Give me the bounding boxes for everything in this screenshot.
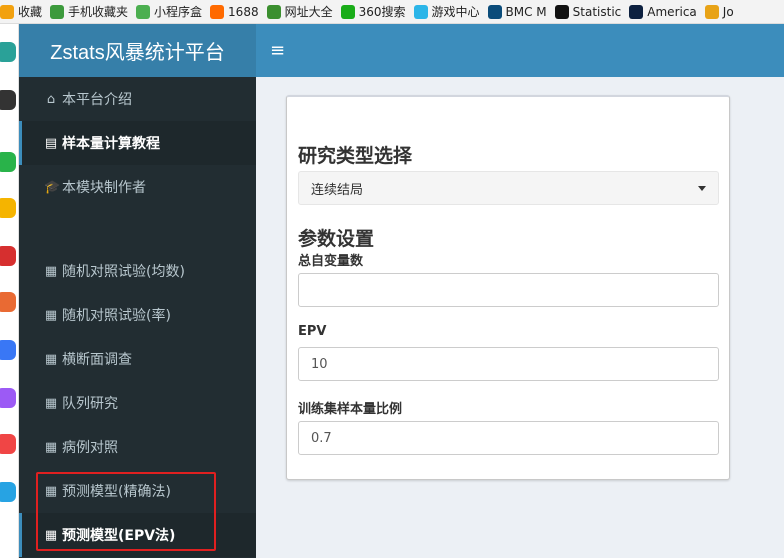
- graduation-cap-icon: 🎓: [44, 179, 61, 195]
- study-type-selected-value: 连续结局: [311, 182, 364, 198]
- gamepad-icon: [413, 4, 428, 19]
- top-navbar: ≡: [256, 24, 784, 77]
- sidebar-item-prediction-epv[interactable]: ▦ 预测模型(EPV法): [19, 513, 256, 557]
- sidebar-item-label: 样本量计算教程: [62, 136, 160, 152]
- bookmarks-bar: 收藏 手机收藏夹 小程序盒 1688 网址大全 360搜索 游戏中心 BMC M Statist…: [0, 0, 784, 24]
- sidebar-item-cohort[interactable]: ▦ 队列研究: [19, 381, 256, 425]
- epv-input[interactable]: [298, 347, 719, 381]
- field-label-total-vars: 总自变量数: [298, 254, 364, 269]
- building-icon: ▤: [44, 135, 58, 151]
- sidebar: ⌂ 本平台介绍 ▤ 样本量计算教程 🎓 本模块制作者 ▦ 随机对照试验(均数) …: [19, 77, 256, 558]
- circle-o-icon: [629, 4, 644, 19]
- search-360-icon: [340, 4, 355, 19]
- app-chat-icon[interactable]: [0, 388, 16, 408]
- bookmark-label: 360搜索: [358, 5, 406, 19]
- sidebar-item-cross-sectional[interactable]: ▦ 横断面调查: [19, 337, 256, 381]
- calculator-icon: ▦: [44, 395, 58, 411]
- sidebar-item-label: 本平台介绍: [62, 92, 132, 108]
- sidebar-item-label: 横断面调查: [62, 352, 132, 368]
- calculator-icon: ▦: [44, 307, 58, 323]
- app-p-icon[interactable]: [0, 152, 16, 172]
- bookmark-label: America: [647, 4, 697, 19]
- bookmark-label: 游戏中心: [431, 5, 480, 19]
- calculator-icon: ▦: [44, 439, 58, 455]
- caret-down-icon: [698, 186, 706, 191]
- bookmark-item[interactable]: 小程序盒: [136, 3, 202, 20]
- train-ratio-input[interactable]: [298, 421, 719, 455]
- settings-panel: 研究类型选择 连续结局 参数设置 总自变量数 EPV 训练集样本量比例: [286, 95, 730, 480]
- sidebar-item-rct-mean[interactable]: ▦ 随机对照试验(均数): [19, 249, 256, 293]
- e-icon: [704, 4, 719, 19]
- phone-icon: [50, 4, 65, 19]
- study-type-heading: 研究类型选择: [298, 145, 413, 167]
- star-icon: [0, 4, 14, 19]
- add-icon[interactable]: [0, 90, 16, 110]
- sidebar-item-label: 预测模型(精确法): [62, 484, 171, 500]
- sidebar-item-label: 预测模型(EPV法): [62, 528, 176, 544]
- bookmark-label: 小程序盒: [154, 5, 203, 19]
- bookmark-item[interactable]: 网址大全: [266, 3, 333, 20]
- sidebar-item-label: 病例对照: [62, 440, 118, 456]
- bookmark-item[interactable]: BMC M: [487, 4, 547, 19]
- bookmark-label: Statistic: [572, 4, 622, 19]
- home-icon[interactable]: [0, 42, 16, 62]
- bookmark-label: 1688: [228, 4, 259, 19]
- bmc-icon: [487, 4, 502, 19]
- bookmark-item[interactable]: 手机收藏夹: [50, 3, 128, 20]
- sidebar-item-case-control[interactable]: ▦ 病例对照: [19, 425, 256, 469]
- plus-circle-icon: [266, 4, 281, 19]
- app-dots-icon[interactable]: [0, 246, 16, 266]
- sidebar-item-label: 随机对照试验(均数): [62, 264, 185, 280]
- bookmark-item[interactable]: Jo: [704, 4, 734, 19]
- field-label-epv: EPV: [298, 324, 327, 339]
- bookmark-item[interactable]: America: [629, 4, 697, 19]
- sidebar-item-label: 队列研究: [62, 396, 118, 412]
- sidebar-item-tutorial[interactable]: ▤ 样本量计算教程: [19, 121, 256, 165]
- brand-title: Zstats风暴统计平台: [50, 42, 225, 64]
- app-ai-icon[interactable]: [0, 292, 16, 312]
- app-game-icon[interactable]: [0, 434, 16, 454]
- params-heading: 参数设置: [298, 228, 375, 250]
- sidebar-item-intro[interactable]: ⌂ 本平台介绍: [19, 77, 256, 121]
- sidebar-item-prediction-exact[interactable]: ▦ 预测模型(精确法): [19, 469, 256, 513]
- calculator-icon: ▦: [44, 351, 58, 367]
- bookmark-label: 网址大全: [284, 5, 333, 19]
- bookmark-item[interactable]: 360搜索: [340, 3, 406, 20]
- bookmark-item[interactable]: 游戏中心: [413, 3, 480, 20]
- miniprogram-icon: [136, 4, 151, 19]
- study-type-select[interactable]: 连续结局: [298, 171, 719, 205]
- home-icon: ⌂: [46, 91, 56, 107]
- 1688-icon: [210, 4, 225, 19]
- app-logo-title[interactable]: Zstats风暴统计平台: [19, 24, 256, 77]
- calculator-icon: ▦: [44, 527, 58, 543]
- bookmark-item[interactable]: Statistic: [554, 4, 622, 19]
- sidebar-item-label: 本模块制作者: [62, 180, 146, 196]
- left-app-rail: [0, 24, 19, 558]
- sidebar-item-author[interactable]: 🎓 本模块制作者: [19, 165, 256, 209]
- w-icon: [554, 4, 569, 19]
- bookmark-label: Jo: [722, 4, 734, 19]
- app-star-icon[interactable]: [0, 198, 16, 218]
- sidebar-item-rct-rate[interactable]: ▦ 随机对照试验(率): [19, 293, 256, 337]
- bookmark-item[interactable]: 收藏: [0, 3, 42, 20]
- sidebar-item-label: 随机对照试验(率): [62, 308, 171, 324]
- app-ai2-icon[interactable]: [0, 340, 16, 360]
- calculator-icon: ▦: [44, 263, 58, 279]
- bookmark-item[interactable]: 1688: [210, 4, 259, 19]
- app-blue-icon[interactable]: [0, 482, 16, 502]
- calculator-icon: ▦: [44, 483, 58, 499]
- sidebar-toggle-icon[interactable]: ≡: [270, 24, 285, 77]
- bookmark-label: 手机收藏夹: [68, 5, 129, 19]
- bookmark-label: BMC M: [505, 4, 547, 19]
- bookmark-label: 收藏: [18, 5, 43, 19]
- field-label-train-ratio: 训练集样本量比例: [298, 402, 403, 417]
- total-vars-input[interactable]: [298, 273, 719, 307]
